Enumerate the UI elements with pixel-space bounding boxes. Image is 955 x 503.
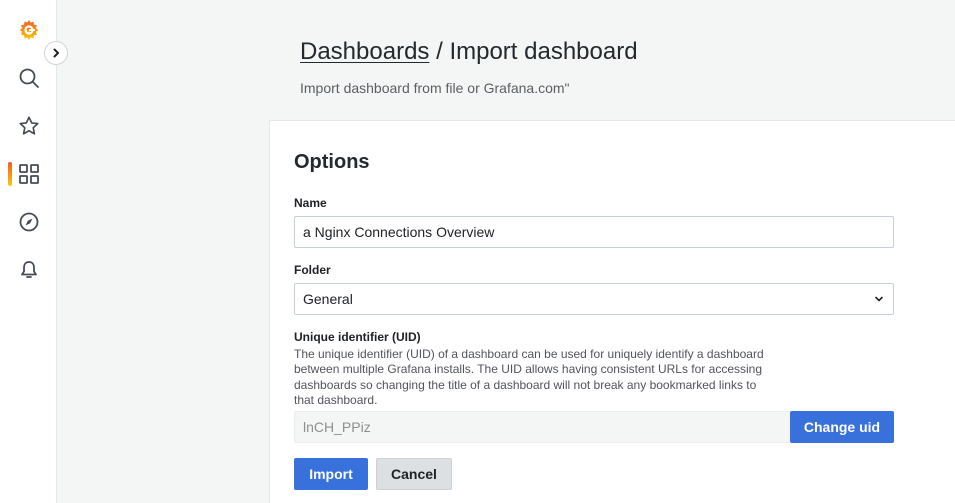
action-buttons: Import Cancel xyxy=(294,458,452,490)
page-title-text: Import dashboard xyxy=(449,38,638,65)
star-icon[interactable] xyxy=(9,108,49,144)
uid-description: The unique identifier (UID) of a dashboa… xyxy=(294,347,764,408)
folder-label: Folder xyxy=(294,263,331,277)
name-input-value: a Nginx Connections Overview xyxy=(303,224,495,240)
import-button[interactable]: Import xyxy=(294,458,368,490)
breadcrumb-separator: / xyxy=(429,38,450,65)
uid-row: lnCH_PPiz Change uid xyxy=(294,411,894,443)
breadcrumb-dashboards-link[interactable]: Dashboards xyxy=(300,38,429,65)
uid-input-value: lnCH_PPiz xyxy=(303,419,371,435)
page-title: Dashboards / Import dashboard xyxy=(300,36,638,68)
options-title: Options xyxy=(294,151,370,173)
explore-compass-icon[interactable] xyxy=(9,204,49,240)
page-header: Dashboards / Import dashboard Import das… xyxy=(300,36,638,96)
change-uid-button[interactable]: Change uid xyxy=(790,411,894,443)
cancel-button[interactable]: Cancel xyxy=(376,458,452,490)
import-options-panel: Options Name a Nginx Connections Overvie… xyxy=(269,120,955,503)
search-icon[interactable] xyxy=(9,60,49,96)
sidebar-collapse-button[interactable] xyxy=(44,41,68,65)
folder-select[interactable]: General xyxy=(294,283,894,315)
sidebar xyxy=(0,0,57,503)
dashboards-icon[interactable] xyxy=(9,156,49,192)
name-label: Name xyxy=(294,196,327,210)
alerting-bell-icon[interactable] xyxy=(9,252,49,288)
name-input[interactable]: a Nginx Connections Overview xyxy=(294,216,894,248)
folder-select-value: General xyxy=(303,291,353,307)
uid-label: Unique identifier (UID) xyxy=(294,330,421,344)
page-subtitle: Import dashboard from file or Grafana.co… xyxy=(300,80,570,96)
chevron-down-icon xyxy=(875,296,883,302)
chevron-right-icon xyxy=(53,48,59,58)
grafana-logo-icon[interactable] xyxy=(9,12,49,48)
uid-input[interactable]: lnCH_PPiz xyxy=(294,411,790,443)
